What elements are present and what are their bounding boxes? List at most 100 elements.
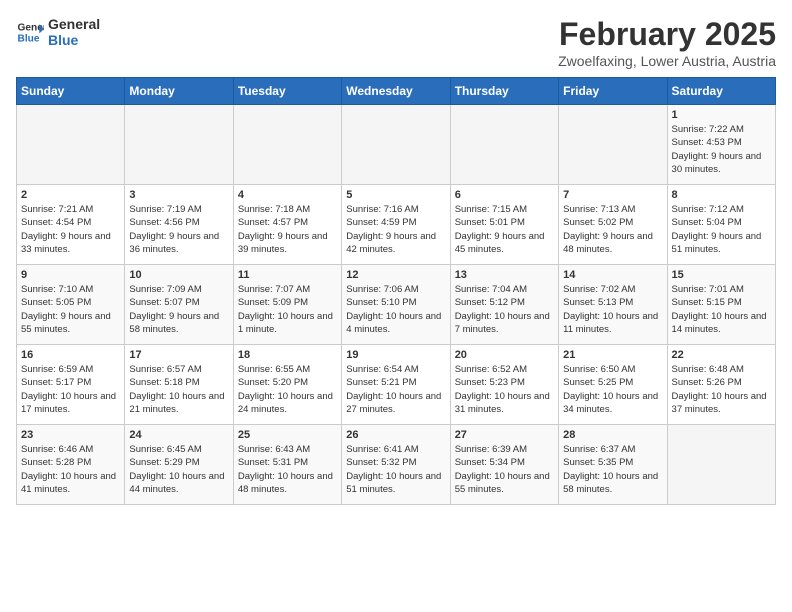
day-info: Sunrise: 7:06 AM Sunset: 5:10 PM Dayligh… [346,283,445,336]
day-info: Sunrise: 7:19 AM Sunset: 4:56 PM Dayligh… [129,203,228,256]
day-info: Sunrise: 7:07 AM Sunset: 5:09 PM Dayligh… [238,283,337,336]
day-cell: 25 Sunrise: 6:43 AM Sunset: 5:31 PM Dayli… [233,425,341,505]
day-info: Sunrise: 7:22 AM Sunset: 4:53 PM Dayligh… [672,123,771,176]
day-number: 4 [238,189,337,201]
day-cell: 3 Sunrise: 7:19 AM Sunset: 4:56 PM Daylig… [125,185,233,265]
day-number: 11 [238,269,337,281]
day-cell [125,105,233,185]
day-info: Sunrise: 6:37 AM Sunset: 5:35 PM Dayligh… [563,443,662,496]
day-cell: 23 Sunrise: 6:46 AM Sunset: 5:28 PM Dayli… [17,425,125,505]
day-number: 24 [129,429,228,441]
week-row-3: 9 Sunrise: 7:10 AM Sunset: 5:05 PM Daylig… [17,265,776,345]
day-info: Sunrise: 6:48 AM Sunset: 5:26 PM Dayligh… [672,363,771,416]
day-number: 5 [346,189,445,201]
location-subtitle: Zwoelfaxing, Lower Austria, Austria [558,53,776,69]
col-header-monday: Monday [125,78,233,105]
day-cell: 17Sunrise: 6:57 AM Sunset: 5:18 PM Dayli… [125,345,233,425]
week-row-1: 1Sunrise: 7:22 AM Sunset: 4:53 PM Daylig… [17,105,776,185]
logo-line2: Blue [48,32,100,48]
day-info: Sunrise: 6:41 AM Sunset: 5:32 PM Dayligh… [346,443,445,496]
day-number: 12 [346,269,445,281]
day-info: Sunrise: 6:55 AM Sunset: 5:20 PM Dayligh… [238,363,337,416]
day-cell: 12 Sunrise: 7:06 AM Sunset: 5:10 PM Dayli… [342,265,450,345]
day-info: Sunrise: 6:59 AM Sunset: 5:17 PM Dayligh… [21,363,120,416]
day-number: 21 [563,349,662,361]
logo-icon: General Blue [16,18,44,46]
col-header-saturday: Saturday [667,78,775,105]
day-info: Sunrise: 6:46 AM Sunset: 5:28 PM Dayligh… [21,443,120,496]
page-header: General Blue General Blue February 2025 … [16,16,776,69]
week-row-4: 16 Sunrise: 6:59 AM Sunset: 5:17 PM Dayli… [17,345,776,425]
day-cell: 11 Sunrise: 7:07 AM Sunset: 5:09 PM Dayli… [233,265,341,345]
day-number: 20 [455,349,554,361]
col-header-thursday: Thursday [450,78,558,105]
day-number: 9 [21,269,120,281]
logo: General Blue General Blue [16,16,100,48]
day-number: 26 [346,429,445,441]
day-info: Sunrise: 7:16 AM Sunset: 4:59 PM Dayligh… [346,203,445,256]
day-number: 19 [346,349,445,361]
day-cell: 9 Sunrise: 7:10 AM Sunset: 5:05 PM Daylig… [17,265,125,345]
day-number: 23 [21,429,120,441]
day-number: 22 [672,349,771,361]
day-info: Sunrise: 7:13 AM Sunset: 5:02 PM Dayligh… [563,203,662,256]
day-cell [450,105,558,185]
day-info: Sunrise: 7:18 AM Sunset: 4:57 PM Dayligh… [238,203,337,256]
calendar-header-row: SundayMondayTuesdayWednesdayThursdayFrid… [17,78,776,105]
day-info: Sunrise: 7:10 AM Sunset: 5:05 PM Dayligh… [21,283,120,336]
day-info: Sunrise: 6:54 AM Sunset: 5:21 PM Dayligh… [346,363,445,416]
day-number: 13 [455,269,554,281]
day-info: Sunrise: 7:09 AM Sunset: 5:07 PM Dayligh… [129,283,228,336]
day-cell: 4 Sunrise: 7:18 AM Sunset: 4:57 PM Daylig… [233,185,341,265]
col-header-friday: Friday [559,78,667,105]
day-number: 25 [238,429,337,441]
day-info: Sunrise: 7:12 AM Sunset: 5:04 PM Dayligh… [672,203,771,256]
col-header-tuesday: Tuesday [233,78,341,105]
day-cell: 6 Sunrise: 7:15 AM Sunset: 5:01 PM Daylig… [450,185,558,265]
day-cell: 18Sunrise: 6:55 AM Sunset: 5:20 PM Dayli… [233,345,341,425]
day-info: Sunrise: 6:52 AM Sunset: 5:23 PM Dayligh… [455,363,554,416]
day-number: 17 [129,349,228,361]
day-cell [342,105,450,185]
svg-text:Blue: Blue [18,33,40,44]
day-cell [559,105,667,185]
day-cell: 27Sunrise: 6:39 AM Sunset: 5:34 PM Dayli… [450,425,558,505]
day-number: 6 [455,189,554,201]
day-cell: 10 Sunrise: 7:09 AM Sunset: 5:07 PM Dayli… [125,265,233,345]
day-cell: 21 Sunrise: 6:50 AM Sunset: 5:25 PM Dayli… [559,345,667,425]
day-cell: 22 Sunrise: 6:48 AM Sunset: 5:26 PM Dayli… [667,345,775,425]
col-header-sunday: Sunday [17,78,125,105]
day-info: Sunrise: 7:15 AM Sunset: 5:01 PM Dayligh… [455,203,554,256]
day-info: Sunrise: 7:04 AM Sunset: 5:12 PM Dayligh… [455,283,554,336]
day-info: Sunrise: 6:50 AM Sunset: 5:25 PM Dayligh… [563,363,662,416]
day-info: Sunrise: 7:02 AM Sunset: 5:13 PM Dayligh… [563,283,662,336]
title-block: February 2025 Zwoelfaxing, Lower Austria… [558,16,776,69]
day-number: 10 [129,269,228,281]
day-cell: 24Sunrise: 6:45 AM Sunset: 5:29 PM Dayli… [125,425,233,505]
day-info: Sunrise: 6:43 AM Sunset: 5:31 PM Dayligh… [238,443,337,496]
day-number: 2 [21,189,120,201]
day-number: 7 [563,189,662,201]
day-info: Sunrise: 7:01 AM Sunset: 5:15 PM Dayligh… [672,283,771,336]
week-row-2: 2 Sunrise: 7:21 AM Sunset: 4:54 PM Daylig… [17,185,776,265]
logo-line1: General [48,16,100,32]
day-cell: 7 Sunrise: 7:13 AM Sunset: 5:02 PM Daylig… [559,185,667,265]
day-number: 14 [563,269,662,281]
month-title: February 2025 [558,16,776,53]
day-cell [233,105,341,185]
day-number: 3 [129,189,228,201]
day-cell: 28Sunrise: 6:37 AM Sunset: 5:35 PM Dayli… [559,425,667,505]
day-cell: 8Sunrise: 7:12 AM Sunset: 5:04 PM Daylig… [667,185,775,265]
day-cell [667,425,775,505]
day-number: 16 [21,349,120,361]
day-cell: 19 Sunrise: 6:54 AM Sunset: 5:21 PM Dayli… [342,345,450,425]
day-info: Sunrise: 7:21 AM Sunset: 4:54 PM Dayligh… [21,203,120,256]
day-number: 27 [455,429,554,441]
day-cell: 1Sunrise: 7:22 AM Sunset: 4:53 PM Daylig… [667,105,775,185]
day-cell: 26 Sunrise: 6:41 AM Sunset: 5:32 PM Dayli… [342,425,450,505]
day-cell [17,105,125,185]
day-cell: 14 Sunrise: 7:02 AM Sunset: 5:13 PM Dayli… [559,265,667,345]
day-cell: 13 Sunrise: 7:04 AM Sunset: 5:12 PM Dayli… [450,265,558,345]
day-cell: 2 Sunrise: 7:21 AM Sunset: 4:54 PM Daylig… [17,185,125,265]
day-number: 15 [672,269,771,281]
